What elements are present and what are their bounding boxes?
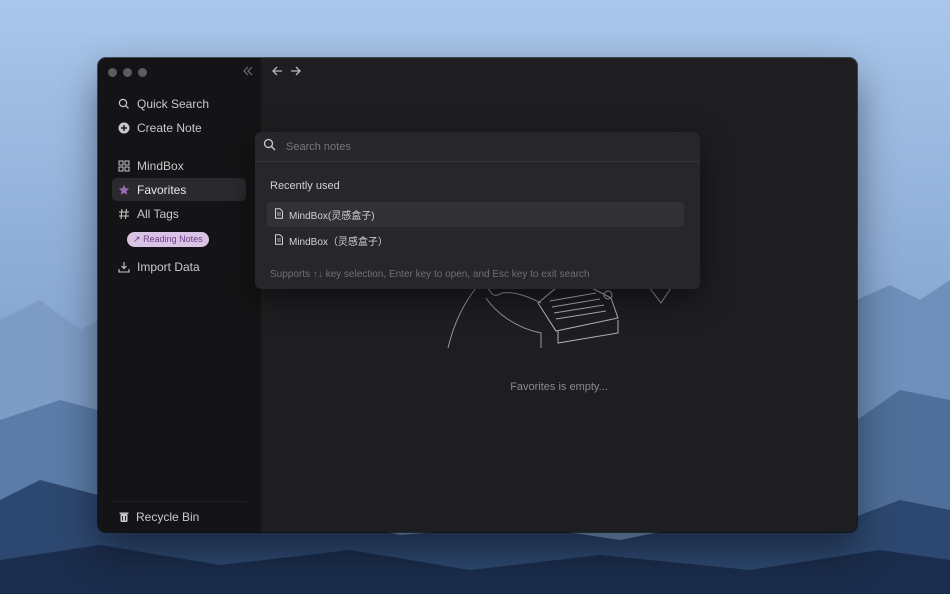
search-icon (263, 138, 276, 156)
import-icon (118, 261, 130, 273)
document-icon (274, 207, 284, 222)
search-result-item[interactable]: MindBox（灵感盒子） (267, 228, 684, 253)
back-arrow-icon[interactable] (270, 64, 284, 78)
hash-icon (118, 208, 130, 220)
keyboard-hint: Supports ↑↓ key selection, Enter key to … (270, 269, 590, 280)
navigation-arrows (270, 64, 303, 78)
search-input[interactable] (286, 140, 666, 153)
tag-icon: ↗ (133, 234, 141, 244)
search-result-title: MindBox(灵感盒子) (289, 211, 375, 222)
recycle-bin-button[interactable]: Recycle Bin (112, 508, 199, 526)
sidebar-item-label: Create Note (137, 120, 202, 135)
divider (112, 501, 246, 502)
sidebar-item-create-note[interactable]: Create Note (112, 116, 246, 139)
search-result-item[interactable]: MindBox(灵感盒子) (267, 202, 684, 227)
search-result-title: MindBox（灵感盒子） (289, 237, 388, 248)
forward-arrow-icon[interactable] (289, 64, 303, 78)
sidebar-item-label: MindBox (137, 158, 184, 173)
star-icon (118, 184, 130, 196)
sidebar-item-favorites[interactable]: Favorites (112, 178, 246, 201)
sidebar-item-quick-search[interactable]: Quick Search (112, 92, 246, 115)
sidebar: Quick Search Create Note MindBox Favorit… (98, 58, 261, 532)
window-controls (108, 68, 147, 77)
app-window: Quick Search Create Note MindBox Favorit… (98, 58, 857, 532)
sidebar-item-all-tags[interactable]: All Tags (112, 202, 246, 225)
trash-icon (118, 511, 130, 523)
search-icon (118, 98, 130, 110)
sidebar-item-label: All Tags (137, 206, 179, 221)
zoom-window-icon[interactable] (138, 68, 147, 77)
plus-circle-icon (118, 122, 130, 134)
sidebar-item-label: Quick Search (137, 96, 210, 111)
minimize-window-icon[interactable] (123, 68, 132, 77)
main-content: Favorites is empty... (261, 58, 857, 532)
close-window-icon[interactable] (108, 68, 117, 77)
collapse-sidebar-icon[interactable] (241, 65, 255, 79)
document-icon (274, 233, 284, 248)
recycle-bin-label: Recycle Bin (136, 510, 200, 524)
empty-state-text: Favorites is empty... (510, 381, 608, 393)
tag-chip-reading-notes[interactable]: ↗ Reading Notes (127, 232, 209, 247)
search-bar (255, 132, 700, 162)
sidebar-item-import-data[interactable]: Import Data (112, 255, 246, 278)
recently-used-heading: Recently used (270, 180, 340, 192)
sidebar-item-label: Import Data (137, 259, 200, 274)
quick-search-popup: Recently used MindBox(灵感盒子) MindBox（灵感盒子… (255, 132, 700, 289)
tag-label: Reading Notes (143, 234, 203, 244)
grid-icon (118, 160, 130, 172)
sidebar-item-label: Favorites (137, 182, 187, 197)
sidebar-item-mindbox[interactable]: MindBox (112, 154, 246, 177)
